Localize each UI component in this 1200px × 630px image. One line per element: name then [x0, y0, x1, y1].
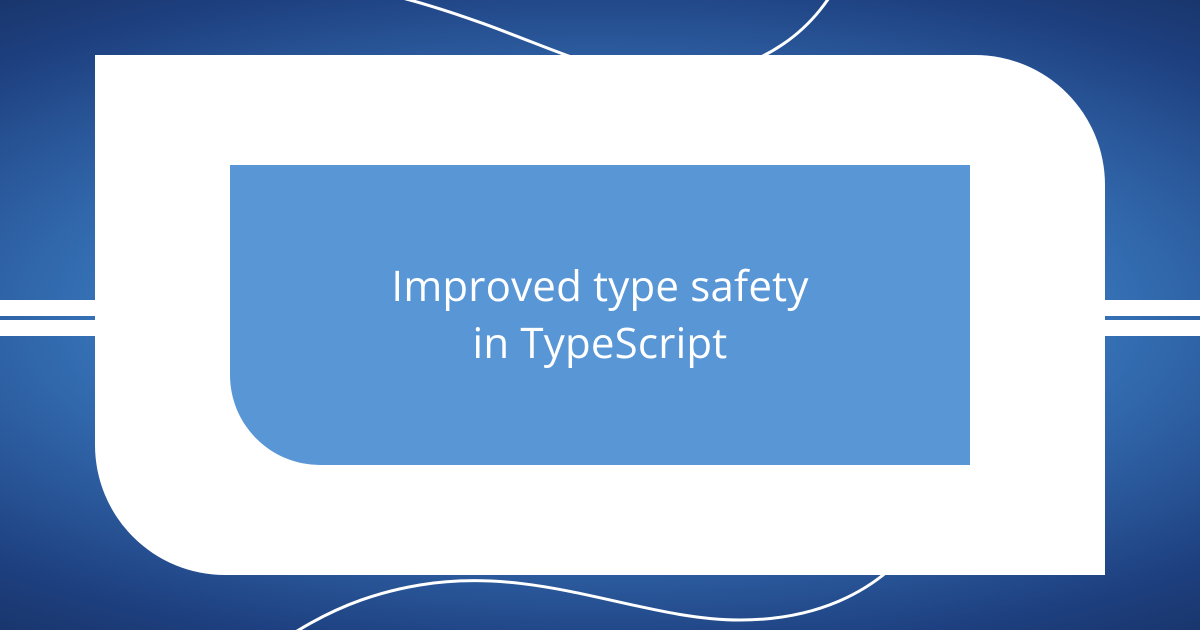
inner-card: Improved type safety in TypeScript	[230, 165, 970, 465]
title-line-2: in TypeScript	[473, 314, 728, 371]
title-text: Improved type safety in TypeScript	[391, 258, 808, 371]
title-line-1: Improved type safety	[391, 257, 808, 314]
